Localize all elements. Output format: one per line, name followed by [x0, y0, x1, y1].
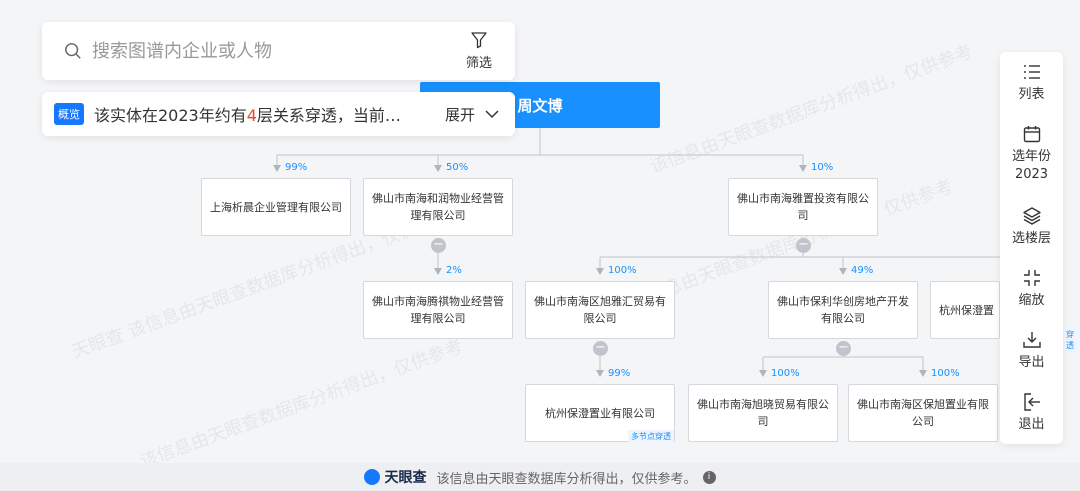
- collapse-toggle[interactable]: −: [796, 238, 811, 253]
- search-bar: 筛选: [42, 22, 515, 80]
- calendar-icon: [1023, 126, 1040, 143]
- company-name: 佛山市南海腾祺物业经营管理有限公司: [372, 295, 504, 325]
- expand-label: 展开: [444, 105, 475, 124]
- list-icon: [1023, 65, 1040, 79]
- penetration-tag: 穿透: [1063, 328, 1080, 352]
- share-percent: 100%: [608, 265, 637, 276]
- right-toolbar: 列表 选年份 2023 选楼层 缩放 导出 退出: [1000, 52, 1063, 444]
- company-node[interactable]: 佛山市南海区旭雅汇贸易有限公司: [525, 281, 675, 339]
- overview-text: 该实体在2023年约有4层关系穿透，当前…: [94, 106, 401, 125]
- chevron-down-icon: [485, 110, 499, 119]
- share-percent: 2%: [446, 265, 462, 276]
- exit-button[interactable]: 退出: [1000, 392, 1063, 434]
- collapse-toggle[interactable]: −: [431, 238, 446, 253]
- search-input[interactable]: [90, 39, 434, 63]
- overview-bar: 概览 该实体在2023年约有4层关系穿透，当前… 展开: [42, 92, 515, 136]
- share-percent: 100%: [771, 368, 800, 379]
- company-node[interactable]: 佛山市保利华创房地产开发有限公司: [768, 281, 918, 339]
- layer-count: 4: [246, 106, 257, 125]
- company-name: 佛山市保利华创房地产开发有限公司: [777, 295, 909, 325]
- company-node[interactable]: 佛山市南海雅置投资有限公司: [728, 178, 878, 236]
- download-icon: [1022, 332, 1041, 348]
- company-name: 杭州保澄置业有限公司: [545, 406, 655, 420]
- floor-select-button[interactable]: 选楼层: [1000, 206, 1063, 248]
- expand-button[interactable]: 展开: [445, 104, 499, 125]
- year-select-label: 选年份 2023: [1011, 149, 1051, 182]
- multi-node-penetration-tag: 多节点穿透: [628, 430, 674, 443]
- company-name: 杭州保澄置: [939, 303, 994, 317]
- shrink-icon: [1023, 270, 1040, 286]
- search-icon: [65, 43, 81, 59]
- filter-label: 筛选: [465, 56, 492, 71]
- layers-icon: [1022, 207, 1041, 225]
- share-percent: 10%: [811, 162, 834, 173]
- list-button[interactable]: 列表: [1000, 62, 1063, 104]
- info-icon[interactable]: i: [702, 470, 716, 484]
- year-select-button[interactable]: 选年份 2023: [1000, 124, 1063, 184]
- filter-icon: [471, 32, 487, 49]
- exit-label: 退出: [1018, 417, 1045, 432]
- collapse-toggle[interactable]: −: [593, 341, 608, 356]
- company-name: 佛山市南海旭晓贸易有限公司: [697, 398, 829, 428]
- company-node[interactable]: 佛山市南海和润物业经营管理有限公司: [363, 178, 513, 236]
- footer-disclaimer: 天眼查 该信息由天眼查数据库分析得出，仅供参考。 i: [0, 463, 1080, 491]
- export-button[interactable]: 导出: [1000, 330, 1063, 372]
- share-percent: 50%: [446, 162, 469, 173]
- collapse-toggle[interactable]: −: [836, 341, 851, 356]
- export-label: 导出: [1018, 355, 1045, 370]
- company-name: 佛山市南海和润物业经营管理有限公司: [372, 192, 504, 222]
- share-percent: 99%: [285, 162, 308, 173]
- zoom-label: 缩放: [1018, 293, 1045, 308]
- company-node[interactable]: 佛山市南海腾祺物业经营管理有限公司: [363, 281, 513, 339]
- root-person-name: 周文博: [517, 96, 563, 115]
- tianyancha-logo-icon: [364, 469, 381, 485]
- company-name: 佛山市南海区保旭置业有限公司: [857, 398, 989, 428]
- zoom-button[interactable]: 缩放: [1000, 268, 1063, 310]
- company-name: 佛山市南海区旭雅汇贸易有限公司: [534, 295, 666, 325]
- filter-button[interactable]: 筛选: [443, 22, 515, 80]
- list-label: 列表: [1018, 87, 1045, 102]
- company-node[interactable]: 上海析晨企业管理有限公司: [201, 178, 351, 236]
- company-node[interactable]: 杭州保澄置: [930, 281, 1000, 339]
- overview-badge: 概览: [54, 103, 84, 125]
- disclaimer-text: 该信息由天眼查数据库分析得出，仅供参考。: [436, 471, 697, 487]
- floor-select-label: 选楼层: [1011, 231, 1051, 246]
- company-name: 上海析晨企业管理有限公司: [210, 200, 342, 214]
- company-node[interactable]: 佛山市南海区保旭置业有限公司: [848, 384, 998, 442]
- share-percent: 99%: [608, 368, 631, 379]
- share-percent: 49%: [851, 265, 874, 276]
- share-percent: 100%: [931, 368, 960, 379]
- company-node[interactable]: 佛山市南海旭晓贸易有限公司: [688, 384, 838, 442]
- company-name: 佛山市南海雅置投资有限公司: [737, 192, 869, 222]
- exit-icon: [1023, 393, 1040, 411]
- brand-logo: 天眼查: [364, 467, 426, 487]
